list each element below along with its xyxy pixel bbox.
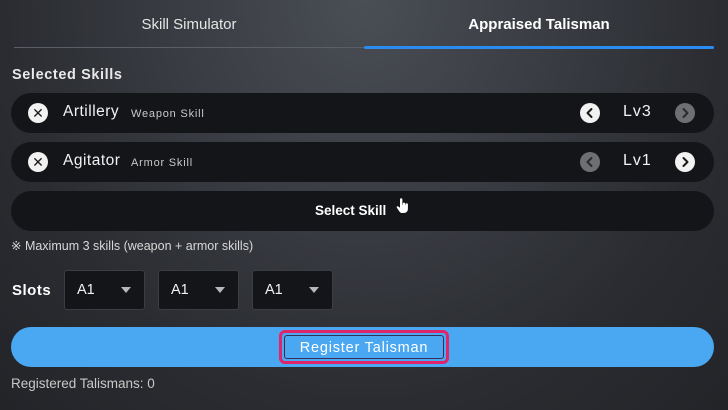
select-skill-button[interactable]: Select Skill <box>11 191 714 231</box>
skill-name: Artillery <box>63 103 120 120</box>
chevron-down-icon <box>309 287 319 293</box>
tab-bar: Skill Simulator Appraised Talisman <box>14 0 714 49</box>
skill-row-artillery: ✕ Artillery Weapon Skill Lv3 <box>11 93 714 133</box>
skill-type: Armor Skill <box>131 157 193 169</box>
selected-skills-title: Selected Skills <box>12 67 123 83</box>
level-decrease-icon[interactable] <box>580 152 600 172</box>
hand-pointer-icon <box>396 190 410 230</box>
slot-3-select[interactable]: A1 <box>252 270 333 310</box>
skill-level: Lv3 <box>623 103 652 120</box>
skill-level: Lv1 <box>623 152 652 169</box>
max-skills-note: ※ Maximum 3 skills (weapon + armor skill… <box>11 239 254 253</box>
slot-1-select[interactable]: A1 <box>64 270 145 310</box>
select-skill-label: Select Skill <box>314 203 387 218</box>
tab-appraised-talisman[interactable]: Appraised Talisman <box>364 0 714 49</box>
remove-skill-icon[interactable]: ✕ <box>28 152 48 172</box>
slot-value: A1 <box>265 282 283 298</box>
slots-label: Slots <box>12 282 52 299</box>
slot-2-select[interactable]: A1 <box>158 270 239 310</box>
skill-type: Weapon Skill <box>131 108 205 120</box>
slot-value: A1 <box>171 282 189 298</box>
level-increase-icon[interactable] <box>675 152 695 172</box>
registered-talismans-count: Registered Talismans: 0 <box>11 376 155 391</box>
skill-name: Agitator <box>63 152 121 169</box>
tab-skill-simulator[interactable]: Skill Simulator <box>14 0 364 47</box>
level-decrease-icon[interactable] <box>580 103 600 123</box>
register-talisman-button[interactable]: Register Talisman <box>279 330 449 364</box>
skill-row-agitator: ✕ Agitator Armor Skill Lv1 <box>11 142 714 182</box>
register-talisman-label: Register Talisman <box>284 335 444 359</box>
level-increase-icon[interactable] <box>675 103 695 123</box>
chevron-down-icon <box>121 287 131 293</box>
chevron-down-icon <box>215 287 225 293</box>
slot-value: A1 <box>77 282 95 298</box>
remove-skill-icon[interactable]: ✕ <box>28 103 48 123</box>
